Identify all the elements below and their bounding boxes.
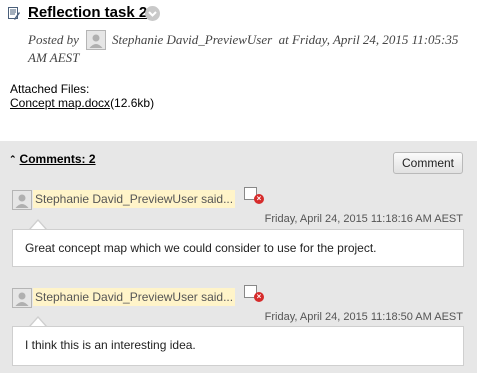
attachment-row: Concept map.docx(12.6kb) [10, 96, 154, 110]
comment-author: Stephanie David_PreviewUser said... [33, 288, 236, 306]
attachment-link[interactable]: Concept map.docx [10, 96, 110, 110]
attachment-size: (12.6kb) [110, 96, 155, 110]
comment-text: Great concept map which we could conside… [25, 241, 377, 255]
avatar [86, 30, 106, 50]
comments-count-label: Comments: 2 [19, 152, 96, 166]
post-title[interactable]: Reflection task 2 [28, 4, 147, 21]
comments-toggle[interactable]: ⌃ Comments: 2 [9, 152, 96, 166]
comment-button[interactable]: Comment [393, 152, 463, 174]
comment-text: I think this is an interesting idea. [25, 338, 196, 352]
avatar [12, 288, 32, 308]
comment-body: I think this is an interesting idea. [12, 326, 464, 366]
comment-body: Great concept map which we could conside… [12, 229, 464, 267]
post-time-cont: AM AEST [28, 50, 80, 65]
blog-post-icon [8, 7, 20, 20]
delete-icon[interactable]: × [254, 194, 264, 204]
comment-date: Friday, April 24, 2015 11:18:16 AM AEST [264, 213, 463, 225]
comment-date: Friday, April 24, 2015 11:18:50 AM AEST [264, 311, 463, 323]
posted-by-label: Posted by [28, 32, 79, 47]
avatar [12, 190, 32, 210]
delete-icon[interactable]: × [254, 292, 264, 302]
double-chevron-up-icon: ⌃ [9, 154, 17, 164]
post-author: Stephanie David_PreviewUser [112, 32, 273, 47]
chevron-down-icon[interactable] [145, 6, 160, 21]
post-time: at Friday, April 24, 2015 11:05:35 [278, 32, 459, 47]
post-author-and-time: Stephanie David_PreviewUser at Friday, A… [112, 30, 458, 50]
comment-author: Stephanie David_PreviewUser said... [33, 190, 236, 208]
attached-files-label: Attached Files: [10, 82, 90, 96]
